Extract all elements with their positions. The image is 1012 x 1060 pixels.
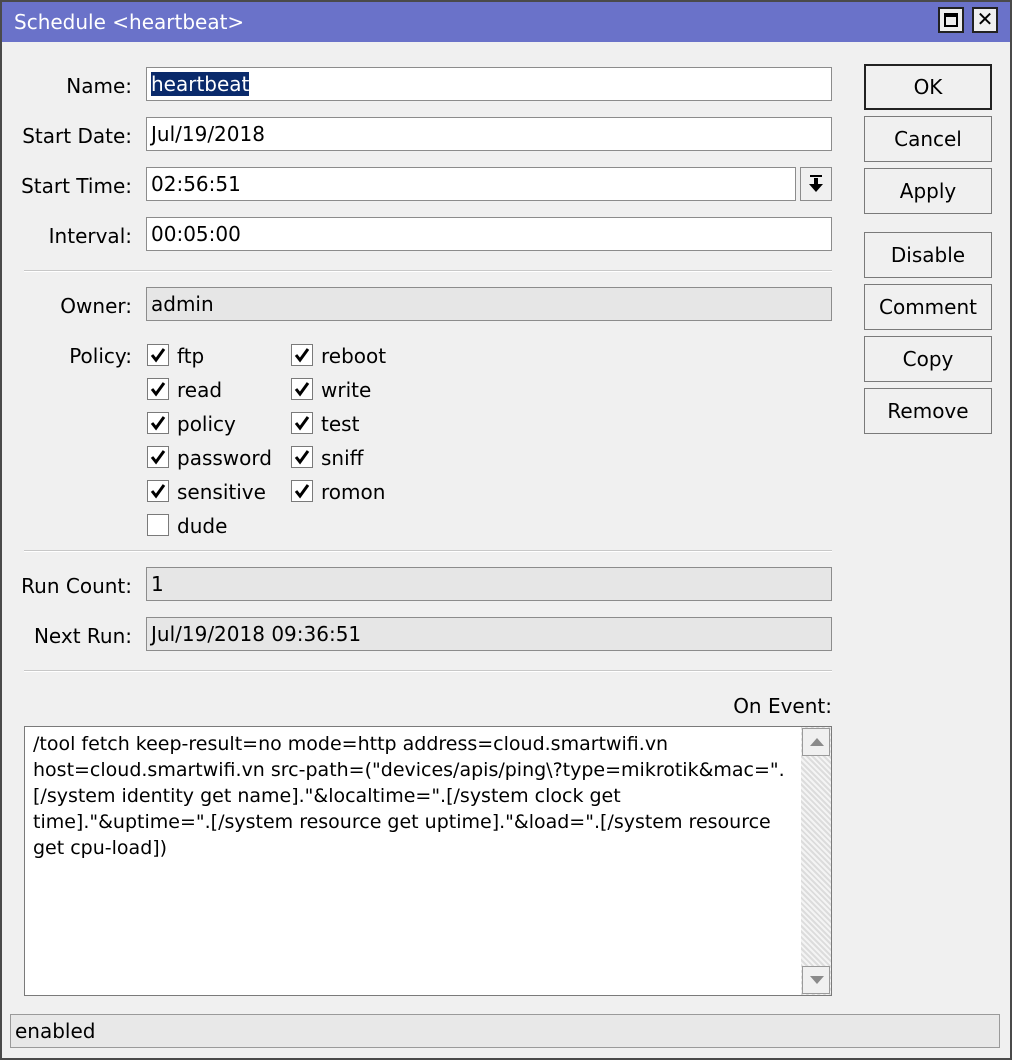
close-button[interactable]: ✕ <box>972 7 998 33</box>
policy-read-label: read <box>177 378 223 402</box>
close-icon: ✕ <box>976 7 994 31</box>
start-time-value: 02:56:51 <box>151 172 241 196</box>
policy-test-checkbox[interactable] <box>291 412 313 434</box>
policy-test-label: test <box>321 412 360 436</box>
scroll-up-button[interactable] <box>802 728 830 756</box>
maximize-button[interactable] <box>938 7 964 33</box>
window-title: Schedule <heartbeat> <box>14 10 245 34</box>
policy-sniff-checkbox[interactable] <box>291 446 313 468</box>
policy-write-label: write <box>321 378 372 402</box>
on-event-script: /tool fetch keep-result=no mode=http add… <box>33 733 785 859</box>
copy-button[interactable]: Copy <box>864 336 992 382</box>
status-bar: enabled <box>10 1014 1000 1048</box>
start-time-dropdown-button[interactable] <box>800 167 832 201</box>
name-label: Name: <box>66 74 132 98</box>
dropdown-arrow-icon <box>809 175 823 192</box>
scroll-up-arrow-icon <box>810 738 824 746</box>
name-input-value: heartbeat <box>151 72 250 96</box>
comment-button[interactable]: Comment <box>864 284 992 330</box>
policy-dude-label: dude <box>177 514 228 538</box>
checkmark-icon <box>294 416 310 431</box>
checkmark-icon <box>150 416 166 431</box>
start-date-value: Jul/19/2018 <box>151 122 265 146</box>
start-date-label: Start Date: <box>22 124 132 148</box>
policy-read-checkbox[interactable] <box>147 378 169 400</box>
checkmark-icon <box>150 450 166 465</box>
policy-password-checkbox[interactable] <box>147 446 169 468</box>
interval-value: 00:05:00 <box>151 222 241 246</box>
checkmark-icon <box>294 382 310 397</box>
policy-romon-label: romon <box>321 480 386 504</box>
checkmark-icon <box>294 348 310 363</box>
policy-ftp-checkbox[interactable] <box>147 344 169 366</box>
checkmark-icon <box>150 484 166 499</box>
owner-field: admin <box>146 287 832 321</box>
schedule-dialog: Schedule <heartbeat> ✕ Name: heartbeat S… <box>0 0 1012 1060</box>
policy-dude-checkbox[interactable] <box>147 514 169 536</box>
start-time-input[interactable]: 02:56:51 <box>146 167 796 201</box>
start-date-input[interactable]: Jul/19/2018 <box>146 117 832 151</box>
next-run-value: Jul/19/2018 09:36:51 <box>151 622 362 646</box>
remove-button[interactable]: Remove <box>864 388 992 434</box>
status-text: enabled <box>15 1019 96 1043</box>
checkmark-icon <box>294 450 310 465</box>
next-run-field: Jul/19/2018 09:36:51 <box>146 617 832 651</box>
ok-button[interactable]: OK <box>864 64 992 110</box>
cancel-button[interactable]: Cancel <box>864 116 992 162</box>
policy-policy-checkbox[interactable] <box>147 412 169 434</box>
run-count-value: 1 <box>151 572 164 596</box>
checkmark-icon <box>150 348 166 363</box>
on-event-label: On Event: <box>733 694 832 718</box>
policy-sensitive-checkbox[interactable] <box>147 480 169 502</box>
policy-sensitive-label: sensitive <box>177 480 266 504</box>
run-count-field: 1 <box>146 567 832 601</box>
disable-button[interactable]: Disable <box>864 232 992 278</box>
policy-password-label: password <box>177 446 272 470</box>
scroll-down-button[interactable] <box>802 966 830 994</box>
next-run-label: Next Run: <box>33 624 132 648</box>
start-time-label: Start Time: <box>21 174 132 198</box>
policy-write-checkbox[interactable] <box>291 378 313 400</box>
apply-button[interactable]: Apply <box>864 168 992 214</box>
maximize-icon <box>944 13 958 27</box>
separator <box>24 270 832 272</box>
vertical-scrollbar[interactable] <box>801 727 831 995</box>
separator <box>24 550 832 552</box>
title-bar[interactable]: Schedule <heartbeat> ✕ <box>2 2 1010 42</box>
checkmark-icon <box>150 382 166 397</box>
interval-input[interactable]: 00:05:00 <box>146 217 832 251</box>
policy-sniff-label: sniff <box>321 446 364 470</box>
run-count-label: Run Count: <box>21 574 132 598</box>
owner-label: Owner: <box>60 294 132 318</box>
policy-policy-label: policy <box>177 412 236 436</box>
separator <box>24 670 832 672</box>
policy-label: Policy: <box>69 344 132 368</box>
on-event-textarea[interactable]: /tool fetch keep-result=no mode=http add… <box>24 726 832 996</box>
interval-label: Interval: <box>48 224 132 248</box>
policy-romon-checkbox[interactable] <box>291 480 313 502</box>
policy-reboot-label: reboot <box>321 344 387 368</box>
name-input[interactable]: heartbeat <box>146 67 832 101</box>
owner-value: admin <box>151 292 214 316</box>
checkmark-icon <box>294 484 310 499</box>
policy-ftp-label: ftp <box>177 344 205 368</box>
policy-reboot-checkbox[interactable] <box>291 344 313 366</box>
scroll-down-arrow-icon <box>810 976 824 984</box>
